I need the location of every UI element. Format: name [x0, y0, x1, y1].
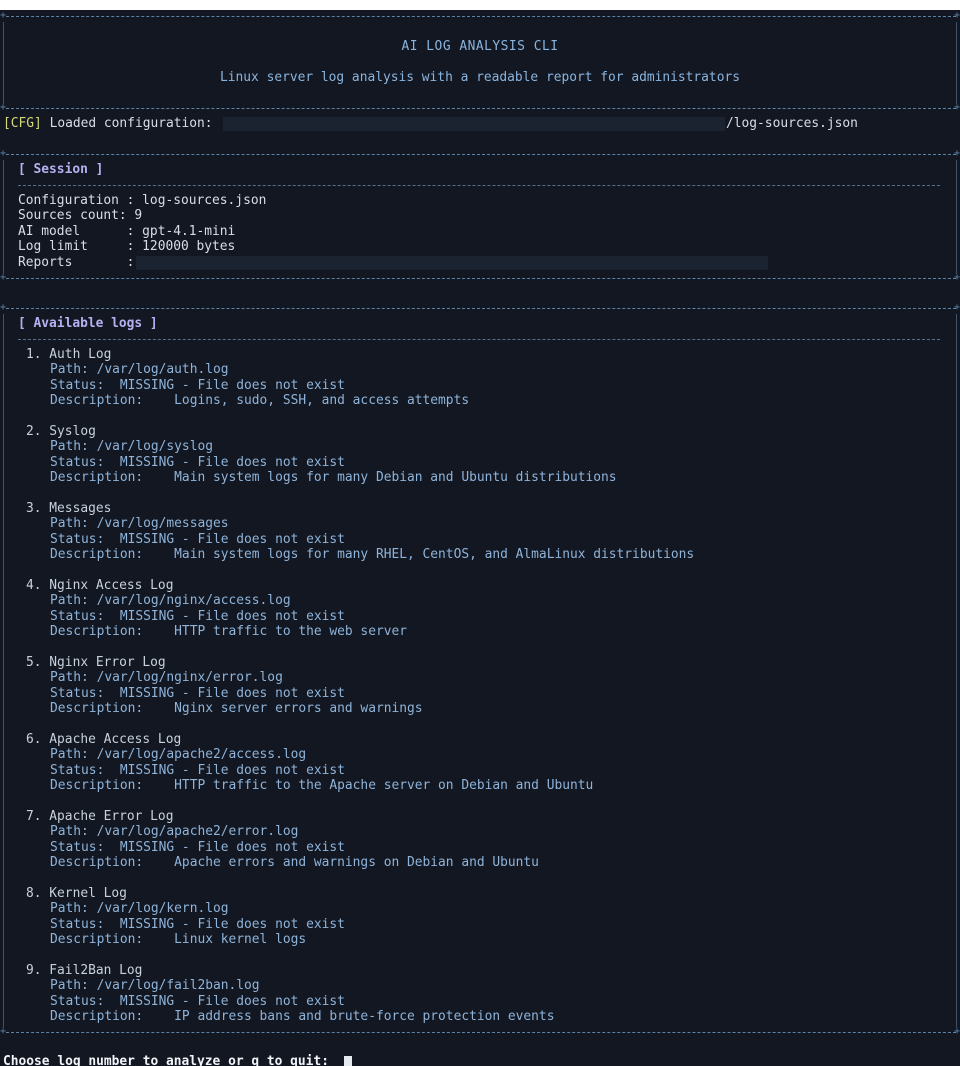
log-item-status: Status: MISSING - File does not exist — [50, 917, 345, 932]
log-item-path: Path: /var/log/syslog — [50, 439, 213, 454]
header-box-left-border — [3, 22, 4, 104]
log-item-description: Description: IP address bans and brute-f… — [50, 1009, 555, 1024]
logs-box-right-border — [956, 314, 957, 1028]
log-item-description: Description: Main system logs for many R… — [50, 547, 695, 562]
log-item-path: Path: /var/log/nginx/access.log — [50, 593, 291, 608]
app-subtitle: Linux server log analysis with a readabl… — [220, 70, 740, 85]
available-logs-heading: [ Available logs ] — [18, 316, 158, 331]
log-item-status: Status: MISSING - File does not exist — [50, 532, 345, 547]
session-reports: Reports : — [18, 255, 135, 270]
log-item-path: Path: /var/log/kern.log — [50, 901, 229, 916]
logs-box-top-border — [6, 308, 956, 309]
session-box-bottom-border — [6, 278, 956, 279]
session-reports-path-redacted — [136, 256, 768, 270]
header-box-bottom-border — [6, 108, 956, 109]
log-item-description: Description: Apache errors and warnings … — [50, 855, 539, 870]
log-item-status: Status: MISSING - File does not exist — [50, 609, 345, 624]
header-box-corner-bottom-right: + — [954, 102, 960, 113]
log-item-name: 3. Messages — [26, 501, 112, 516]
logs-box-bottom-border — [6, 1032, 956, 1033]
header-box-corner-top-right: + — [954, 10, 960, 21]
log-item-status: Status: MISSING - File does not exist — [50, 686, 345, 701]
log-item-description: Description: Main system logs for many D… — [50, 470, 617, 485]
config-path-suffix: /log-sources.json — [726, 116, 858, 131]
log-item-description: Description: Nginx server errors and war… — [50, 701, 423, 716]
log-item-path: Path: /var/log/fail2ban.log — [50, 978, 260, 993]
text-cursor[interactable] — [344, 1056, 352, 1066]
terminal-window[interactable]: + + AI LOG ANALYSIS CLI Linux server log… — [0, 0, 960, 1066]
log-item-description: Description: Logins, sudo, SSH, and acce… — [50, 393, 470, 408]
log-item-status: Status: MISSING - File does not exist — [50, 763, 345, 778]
app-title: AI LOG ANALYSIS CLI — [401, 39, 559, 54]
log-item-description: Description: HTTP traffic to the web ser… — [50, 624, 407, 639]
log-item-status: Status: MISSING - File does not exist — [50, 840, 345, 855]
session-heading: [ Session ] — [18, 162, 104, 177]
header-box-top-border — [6, 16, 956, 17]
session-box-top-border — [6, 154, 956, 155]
session-sources-count: Sources count: 9 — [18, 208, 143, 223]
window-top-edge — [0, 0, 960, 10]
available-logs-divider — [18, 339, 940, 340]
log-item-name: 6. Apache Access Log — [26, 732, 182, 747]
log-item-path: Path: /var/log/apache2/access.log — [50, 747, 307, 762]
config-label: Loaded configuration: — [49, 116, 213, 131]
log-item-name: 5. Nginx Error Log — [26, 655, 166, 670]
session-log-limit: Log limit : 120000 bytes — [18, 239, 236, 254]
log-item-path: Path: /var/log/nginx/error.log — [50, 670, 283, 685]
log-item-path: Path: /var/log/messages — [50, 516, 229, 531]
config-path-redacted — [223, 117, 725, 131]
session-box-corner-bottom-right: + — [954, 272, 960, 283]
log-item-path: Path: /var/log/auth.log — [50, 362, 229, 377]
log-item-name: 9. Fail2Ban Log — [26, 963, 143, 978]
config-line: [CFG] Loaded configuration: — [3, 116, 213, 132]
logs-box-left-border — [3, 314, 4, 1028]
session-box-corner-top-right: + — [954, 148, 960, 159]
log-item-name: 2. Syslog — [26, 424, 96, 439]
header-box-right-border — [956, 22, 957, 104]
log-item-status: Status: MISSING - File does not exist — [50, 378, 345, 393]
logs-box-corner-top-right: + — [954, 302, 960, 313]
session-divider — [18, 185, 940, 186]
log-item-name: 1. Auth Log — [26, 347, 112, 362]
session-ai-model: AI model : gpt-4.1-mini — [18, 224, 236, 239]
command-prompt: Choose log number to analyze or q to qui… — [3, 1054, 329, 1066]
log-item-name: 8. Kernel Log — [26, 886, 127, 901]
log-item-name: 7. Apache Error Log — [26, 809, 174, 824]
log-item-status: Status: MISSING - File does not exist — [50, 994, 345, 1009]
config-tag: [CFG] — [3, 116, 42, 131]
session-box-left-border — [3, 160, 4, 274]
session-box-right-border — [956, 160, 957, 274]
session-configuration: Configuration : log-sources.json — [18, 193, 267, 208]
log-item-description: Description: HTTP traffic to the Apache … — [50, 778, 594, 793]
log-item-path: Path: /var/log/apache2/error.log — [50, 824, 299, 839]
log-item-name: 4. Nginx Access Log — [26, 578, 174, 593]
logs-box-corner-bottom-right: + — [954, 1026, 960, 1037]
log-item-status: Status: MISSING - File does not exist — [50, 455, 345, 470]
log-item-description: Description: Linux kernel logs — [50, 932, 307, 947]
